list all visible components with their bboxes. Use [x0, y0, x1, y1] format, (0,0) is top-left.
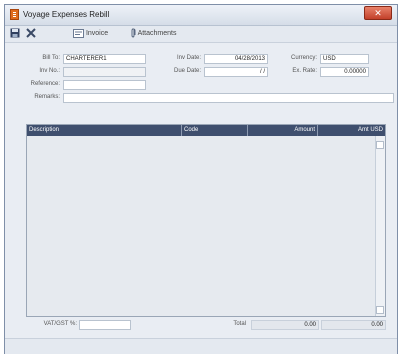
due-date-label: Due Date:	[173, 68, 201, 74]
bill-to-label: Bill To:	[42, 55, 60, 61]
inv-no-label: Inv No.:	[39, 68, 60, 74]
column-amt-usd[interactable]: Amt USD	[318, 125, 385, 136]
invoice-icon	[73, 28, 84, 38]
remarks-field[interactable]	[63, 93, 394, 103]
toolbar: Invoice Attachments	[5, 26, 397, 43]
exchange-rate-field[interactable]: 0.00000	[320, 67, 369, 77]
voyage-expenses-rebill-window: Voyage Expenses Rebill ✕ Invoice Attachm…	[4, 4, 398, 354]
due-date-field[interactable]: / /	[204, 67, 268, 77]
column-amount[interactable]: Amount	[248, 125, 318, 136]
grid-scrollbar[interactable]	[375, 136, 385, 316]
attachments-button[interactable]: Attachments	[130, 28, 176, 40]
inv-no-field[interactable]	[63, 67, 146, 77]
inv-date-label: Inv Date:	[176, 55, 201, 61]
currency-field[interactable]: USD	[320, 54, 369, 64]
total-amount: 0.00	[251, 320, 319, 330]
remarks-label: Remarks:	[34, 94, 60, 100]
vat-gst-field[interactable]	[79, 320, 131, 330]
invoice-button[interactable]: Invoice	[73, 28, 108, 40]
delete-button[interactable]	[26, 28, 36, 40]
inv-date-field[interactable]: 04/28/2013	[204, 54, 268, 64]
total-amount-usd: 0.00	[321, 320, 386, 330]
app-icon	[10, 9, 19, 20]
exchange-rate-label: Ex. Rate:	[292, 68, 317, 74]
vat-gst-label: VAT/GST %:	[43, 321, 77, 327]
currency-label: Currency:	[290, 55, 317, 61]
expenses-grid: Description Code Amount Amt USD	[26, 124, 386, 317]
reference-field[interactable]	[63, 80, 146, 90]
scroll-up-button[interactable]	[376, 141, 384, 149]
save-button[interactable]	[10, 28, 20, 40]
reference-label: Reference:	[30, 81, 60, 87]
grid-header: Description Code Amount Amt USD	[27, 125, 385, 136]
bill-to-field[interactable]: CHARTERER1	[63, 54, 146, 64]
x-icon	[26, 28, 36, 38]
close-button[interactable]: ✕	[364, 6, 392, 20]
title-bar: Voyage Expenses Rebill ✕	[5, 5, 397, 26]
window-title: Voyage Expenses Rebill	[23, 10, 110, 19]
status-bar	[5, 338, 397, 354]
floppy-disk-icon	[10, 28, 20, 38]
scroll-down-button[interactable]	[376, 306, 384, 314]
column-code[interactable]: Code	[182, 125, 248, 136]
attachments-label: Attachments	[137, 30, 177, 37]
column-description[interactable]: Description	[27, 125, 182, 136]
total-label: Total	[233, 321, 246, 327]
invoice-label: Invoice	[85, 30, 109, 37]
paperclip-icon	[131, 28, 136, 38]
